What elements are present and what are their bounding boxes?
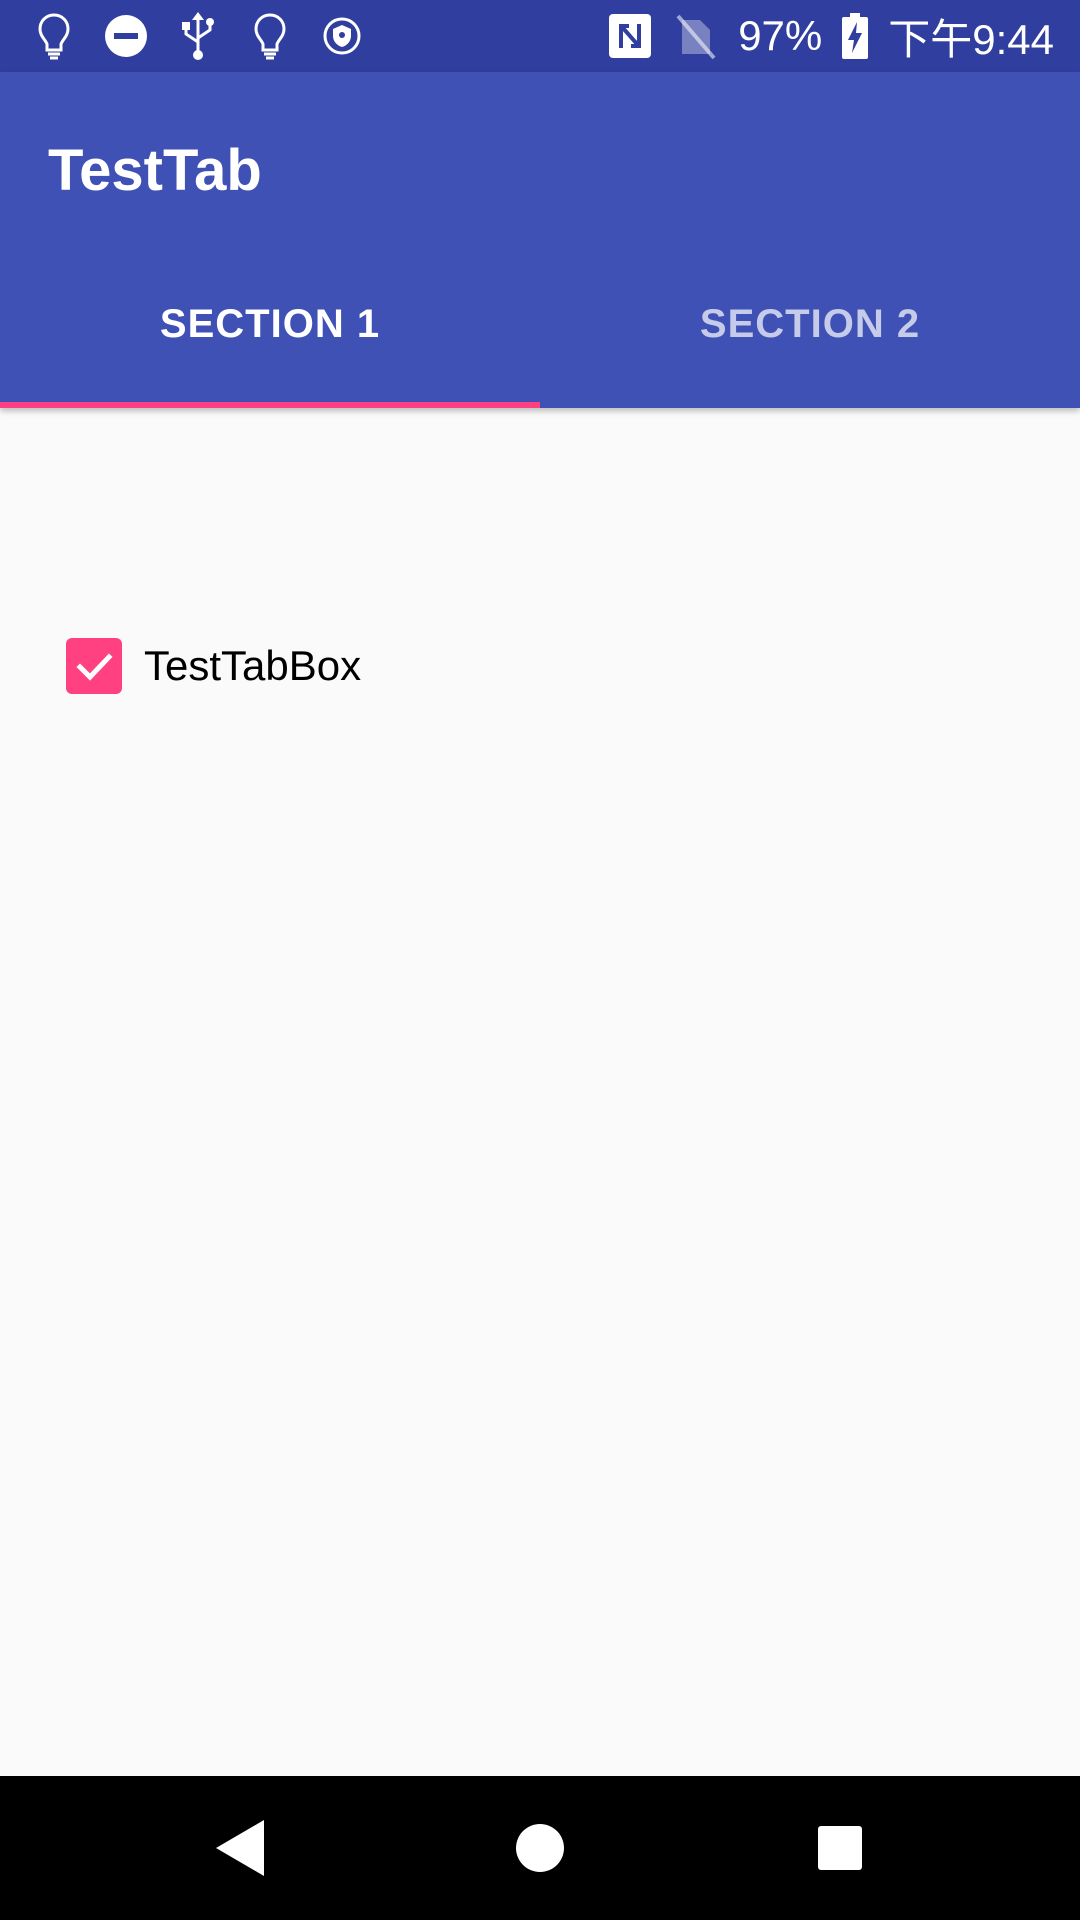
tab-section-1[interactable]: SECTION 1 [0, 240, 540, 408]
test-tab-checkbox[interactable]: TestTabBox [66, 638, 361, 694]
battery-percent: 97% [738, 12, 823, 59]
no-sim-icon [672, 12, 720, 60]
tab-indicator [0, 402, 540, 408]
tab-label: SECTION 2 [699, 301, 921, 346]
screen: 97% 下午9:44 TestTab SECTION 1 SECTION 2 T… [0, 0, 1080, 1920]
lightbulb-icon [246, 12, 294, 60]
status-left-icons [30, 8, 366, 64]
status-right-icons: 97% 下午9:44 [606, 8, 1054, 64]
tab-content: TestTabBox [0, 408, 1080, 1776]
tab-bar: SECTION 1 SECTION 2 [0, 240, 1080, 408]
tab-label: SECTION 1 [159, 301, 381, 346]
checkbox-checked-icon[interactable] [66, 638, 122, 694]
tab-section-2[interactable]: SECTION 2 [540, 240, 1080, 408]
nfc-icon [606, 12, 654, 60]
lightbulb-icon [30, 12, 78, 60]
recents-icon [818, 1826, 862, 1870]
clock: 下午9:44 [888, 15, 1054, 63]
vpn-shield-icon [318, 12, 366, 60]
checkbox-label: TestTabBox [144, 642, 362, 689]
battery-charging-icon [840, 12, 870, 60]
back-button[interactable] [204, 1812, 276, 1884]
app-title: TestTab [48, 138, 262, 203]
usb-icon [174, 12, 222, 60]
back-icon [216, 1820, 264, 1876]
home-button[interactable] [504, 1812, 576, 1884]
recents-button[interactable] [804, 1812, 876, 1884]
app-bar: TestTab SECTION 1 SECTION 2 [0, 72, 1080, 408]
home-icon [516, 1824, 564, 1872]
status-bar: 97% 下午9:44 [0, 0, 1080, 72]
do-not-disturb-icon [102, 12, 150, 60]
navigation-bar [0, 1776, 1080, 1920]
